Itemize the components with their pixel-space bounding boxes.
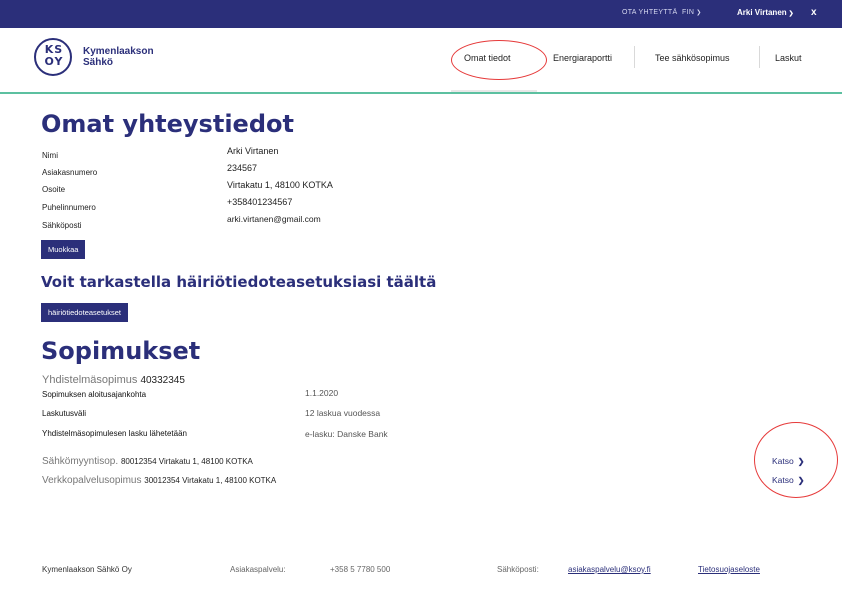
footer-email-link[interactable]: asiakaspalvelu@ksoy.fi bbox=[568, 565, 651, 574]
contracts-title: Sopimukset bbox=[41, 337, 201, 365]
brand-name[interactable]: Kymenlaakson Sähkö bbox=[83, 46, 154, 68]
nav-divider bbox=[759, 46, 760, 68]
contract-item: Sähkömyyntisop. 80012354 Virtakatu 1, 48… bbox=[42, 456, 253, 467]
user-name: Arki Virtanen bbox=[737, 8, 787, 17]
contract-row-label: Sopimuksen aloitusajankohta bbox=[42, 390, 147, 399]
annotation-circle bbox=[451, 40, 547, 80]
outage-section-title: Voit tarkastella häiriötiedoteasetuksias… bbox=[41, 273, 437, 291]
contract-details: 80012354 Virtakatu 1, 48100 KOTKA bbox=[120, 457, 253, 466]
contract-row-label: Yhdistelmäsopimulesen lasku lähetetään bbox=[42, 429, 187, 438]
field-value-email: arki.virtanen@gmail.com bbox=[227, 214, 321, 224]
field-value-customer-number: 234567 bbox=[227, 163, 258, 173]
contract-item: Verkkopalvelusopimus 30012354 Virtakatu … bbox=[42, 475, 276, 486]
field-label-customer-number: Asiakasnumero bbox=[42, 168, 98, 177]
field-label-email: Sähköposti bbox=[42, 221, 82, 230]
footer-service-phone[interactable]: +358 5 7780 500 bbox=[330, 565, 390, 574]
annotation-circle bbox=[754, 422, 838, 498]
edit-button[interactable]: Muokkaa bbox=[41, 240, 86, 259]
footer-privacy-link[interactable]: Tietosuojaseloste bbox=[698, 565, 760, 574]
field-value-name: Arki Virtanen bbox=[227, 146, 279, 156]
combined-contract-title: Yhdistelmäsopimus 40332345 bbox=[42, 374, 185, 386]
close-icon[interactable]: x bbox=[811, 7, 817, 18]
nav-divider bbox=[634, 46, 635, 68]
contract-name: Sähkömyyntisop. bbox=[42, 456, 119, 467]
contract-row-value: e-lasku: Danske Bank bbox=[305, 429, 388, 439]
nav-laskut[interactable]: Laskut bbox=[775, 53, 802, 63]
field-label-address: Osoite bbox=[42, 185, 66, 194]
field-value-address: Virtakatu 1, 48100 KOTKA bbox=[227, 180, 333, 190]
outage-settings-button[interactable]: häiriötiedoteasetukset bbox=[41, 303, 128, 322]
combined-contract-number: 40332345 bbox=[140, 375, 185, 386]
footer-email-label: Sähköposti: bbox=[497, 565, 539, 574]
header-divider bbox=[0, 92, 842, 94]
field-label-phone: Puhelinnumero bbox=[42, 203, 96, 212]
footer-service-label: Asiakaspalvelu: bbox=[230, 565, 286, 574]
contract-details: 30012354 Virtakatu 1, 48100 KOTKA bbox=[144, 476, 277, 485]
language-label: FIN bbox=[682, 9, 695, 16]
top-bar: OTA YHTEYTTÄ FIN ❯ Arki Virtanen ❯ x bbox=[0, 0, 842, 28]
logo-icon[interactable]: KS OY bbox=[34, 38, 72, 76]
user-menu[interactable]: Arki Virtanen ❯ bbox=[737, 8, 794, 17]
chevron-down-icon: ❯ bbox=[788, 11, 794, 17]
field-value-phone: +358401234567 bbox=[227, 197, 293, 207]
contract-row-value: 12 laskua vuodessa bbox=[305, 408, 381, 418]
page-title: Omat yhteystiedot bbox=[41, 110, 294, 138]
contact-link[interactable]: OTA YHTEYTTÄ bbox=[622, 9, 677, 16]
field-label-name: Nimi bbox=[42, 151, 58, 160]
nav-tee-sahkosopimus[interactable]: Tee sähkösopimus bbox=[655, 53, 730, 63]
contract-name: Verkkopalvelusopimus bbox=[42, 475, 142, 486]
nav-energiaraportti[interactable]: Energiaraportti bbox=[553, 53, 612, 63]
contract-row-label: Laskutusväli bbox=[42, 409, 87, 418]
footer-company: Kymenlaakson Sähkö Oy bbox=[42, 565, 132, 574]
chevron-down-icon: ❯ bbox=[696, 10, 702, 16]
language-selector[interactable]: FIN ❯ bbox=[682, 9, 702, 16]
contract-row-value: 1.1.2020 bbox=[305, 388, 339, 398]
logo-letters: KS OY bbox=[44, 43, 64, 68]
